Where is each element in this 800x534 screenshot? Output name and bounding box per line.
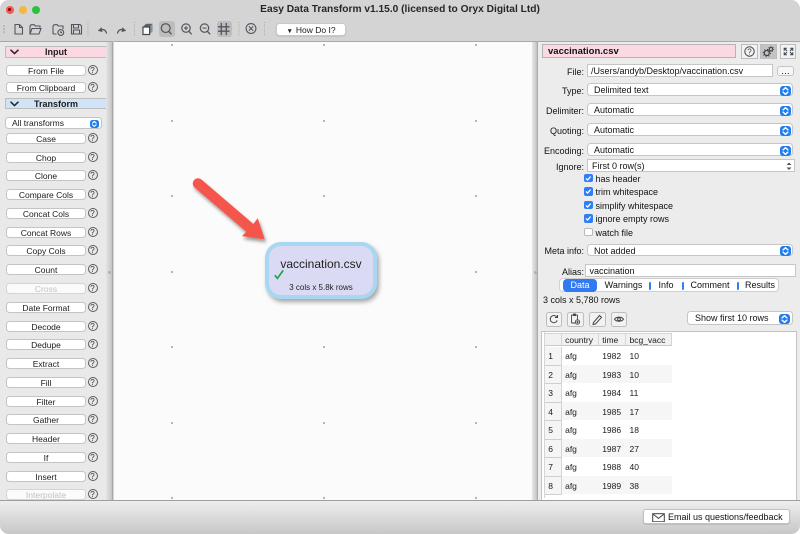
svg-text:?: ? xyxy=(747,47,752,56)
